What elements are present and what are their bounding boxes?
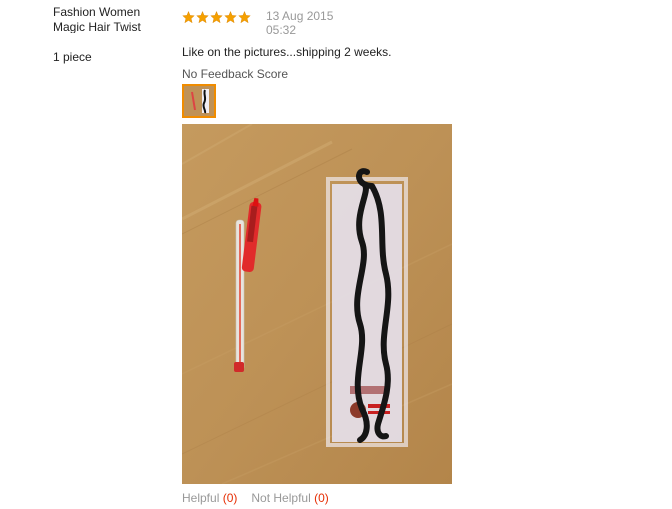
product-name[interactable]: Fashion Women Magic Hair Twist Styling — [53, 5, 163, 33]
review-photo-image — [182, 124, 452, 484]
review-text: Like on the pictures...shipping 2 weeks. — [182, 45, 392, 59]
product-quantity: 1 piece — [53, 50, 92, 64]
package-graphic — [326, 168, 408, 447]
helpful-row: Helpful (0) Not Helpful (0) — [182, 491, 329, 505]
thumbnail-image — [184, 86, 214, 116]
not-helpful-label: Not Helpful — [251, 491, 311, 505]
review-datetime: 13 Aug 2015 05:32 — [266, 9, 333, 37]
star-icon — [210, 11, 223, 23]
review-photo-thumbnail[interactable] — [182, 84, 216, 118]
star-icon — [238, 11, 251, 23]
helpful-count: (0) — [222, 491, 238, 505]
feedback-score: No Feedback Score — [182, 67, 289, 81]
review-column: 13 Aug 2015 05:32 Like on the pictures..… — [182, 5, 652, 81]
star-rating — [182, 11, 251, 23]
not-helpful-link[interactable]: Not Helpful (0) — [251, 491, 328, 505]
helpful-link[interactable]: Helpful (0) — [182, 491, 237, 505]
star-icon — [182, 11, 195, 23]
review-photo[interactable] — [182, 124, 452, 484]
helpful-label: Helpful — [182, 491, 220, 505]
review-date: 13 Aug 2015 — [266, 9, 334, 23]
not-helpful-count: (0) — [314, 491, 329, 505]
review-meta: 13 Aug 2015 05:32 — [182, 5, 652, 39]
review-time: 05:32 — [266, 23, 297, 37]
product-column: Fashion Women Magic Hair Twist Styling 1… — [53, 5, 163, 64]
star-icon — [224, 11, 237, 23]
star-icon — [196, 11, 209, 23]
